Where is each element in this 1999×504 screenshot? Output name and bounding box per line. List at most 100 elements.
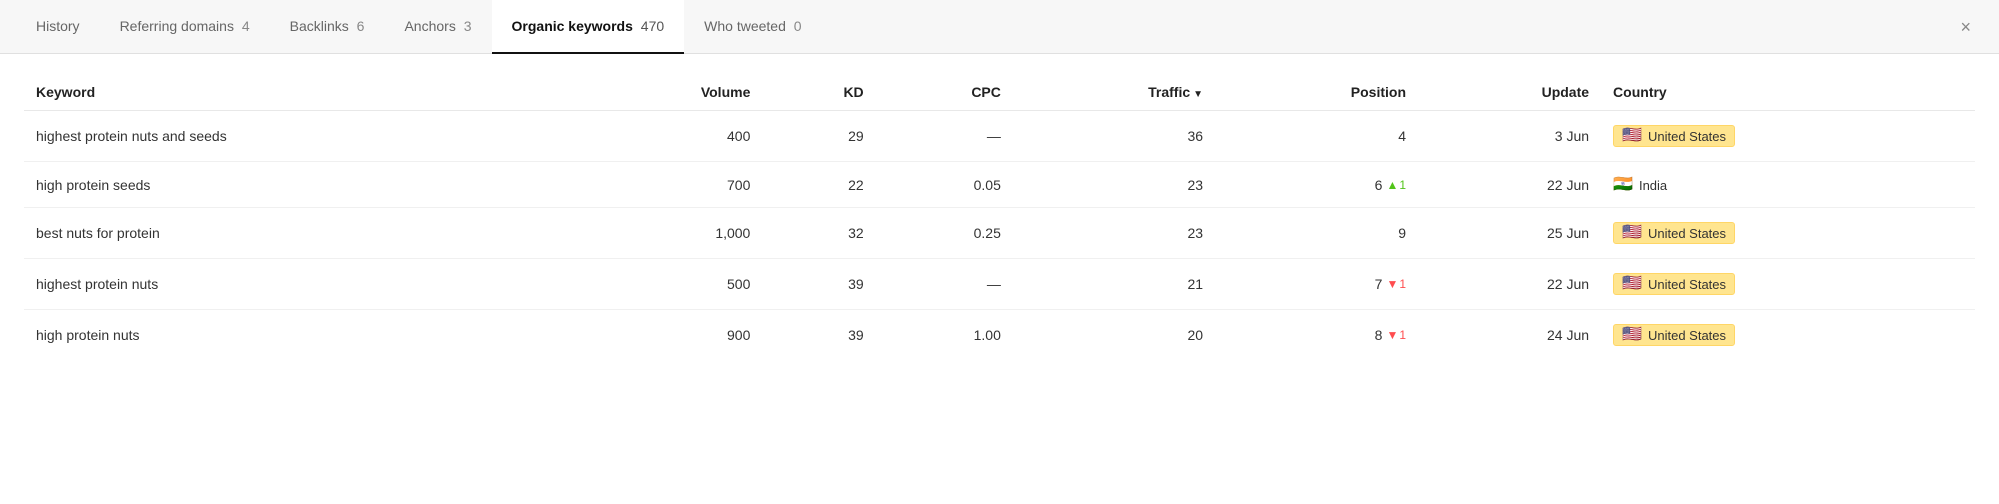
position-change-down: 1 <box>1386 328 1406 342</box>
cell-cpc: — <box>876 111 1013 162</box>
tabs-bar: HistoryReferring domains 4Backlinks 6Anc… <box>0 0 1999 54</box>
tab-label: Organic keywords <box>512 18 633 34</box>
tab-label: Backlinks <box>290 18 349 34</box>
cell-volume: 500 <box>574 259 762 310</box>
tab-backlinks[interactable]: Backlinks 6 <box>270 0 385 54</box>
col-header-country: Country <box>1601 74 1975 111</box>
tab-referring-domains[interactable]: Referring domains 4 <box>100 0 270 54</box>
cell-cpc: 0.05 <box>876 162 1013 208</box>
cell-kd: 32 <box>762 208 875 259</box>
col-header-volume: Volume <box>574 74 762 111</box>
country-badge: 🇺🇸 United States <box>1613 222 1735 244</box>
country-plain: 🇮🇳 India <box>1613 177 1667 193</box>
table-row: best nuts for protein1,000320.2523 9 25 Ju… <box>24 208 1975 259</box>
cell-kd: 39 <box>762 310 875 361</box>
tab-label: Who tweeted <box>704 18 786 34</box>
tab-count: 4 <box>238 18 250 34</box>
cell-keyword: high protein seeds <box>24 162 574 208</box>
country-badge: 🇺🇸 United States <box>1613 273 1735 295</box>
table-row: highest protein nuts50039—217122 Jun🇺🇸Un… <box>24 259 1975 310</box>
cell-country: 🇺🇸 United States <box>1601 259 1975 310</box>
tab-label: Anchors <box>404 18 455 34</box>
country-flag: 🇺🇸 <box>1622 327 1642 343</box>
cell-update: 3 Jun <box>1418 111 1601 162</box>
cell-kd: 22 <box>762 162 875 208</box>
position-change-up: 1 <box>1386 178 1406 192</box>
table-header: KeywordVolumeKDCPCTraffic▼PositionUpdate… <box>24 74 1975 111</box>
cell-volume: 900 <box>574 310 762 361</box>
country-name: United States <box>1648 129 1726 144</box>
cell-kd: 39 <box>762 259 875 310</box>
cell-position: 81 <box>1215 310 1418 361</box>
position-value: 4 <box>1398 128 1406 144</box>
table-row: high protein nuts900391.00208124 Jun🇺🇸Un… <box>24 310 1975 361</box>
keywords-table: KeywordVolumeKDCPCTraffic▼PositionUpdate… <box>24 74 1975 360</box>
country-badge: 🇺🇸 United States <box>1613 125 1735 147</box>
cell-kd: 29 <box>762 111 875 162</box>
cell-position: 61 <box>1215 162 1418 208</box>
cell-volume: 400 <box>574 111 762 162</box>
position-value: 9 <box>1398 225 1406 241</box>
tab-history[interactable]: History <box>16 0 100 54</box>
col-header-cpc: CPC <box>876 74 1013 111</box>
position-change-down: 1 <box>1386 277 1406 291</box>
cell-cpc: 1.00 <box>876 310 1013 361</box>
cell-traffic: 23 <box>1013 162 1215 208</box>
tab-count: 3 <box>460 18 472 34</box>
cell-volume: 700 <box>574 162 762 208</box>
cell-traffic: 36 <box>1013 111 1215 162</box>
table-container: KeywordVolumeKDCPCTraffic▼PositionUpdate… <box>0 54 1999 360</box>
country-name: India <box>1639 178 1667 193</box>
col-header-update: Update <box>1418 74 1601 111</box>
country-flag: 🇺🇸 <box>1622 225 1642 241</box>
cell-traffic: 23 <box>1013 208 1215 259</box>
country-flag: 🇺🇸 <box>1622 276 1642 292</box>
cell-position: 71 <box>1215 259 1418 310</box>
cell-position: 9 <box>1215 208 1418 259</box>
tab-count: 0 <box>790 18 802 34</box>
header-row: KeywordVolumeKDCPCTraffic▼PositionUpdate… <box>24 74 1975 111</box>
tab-organic-keywords[interactable]: Organic keywords 470 <box>492 0 685 54</box>
cell-country: 🇮🇳 India <box>1601 162 1975 208</box>
tab-label: History <box>36 18 80 34</box>
cell-volume: 1,000 <box>574 208 762 259</box>
sort-icon: ▼ <box>1193 89 1203 100</box>
col-header-position: Position <box>1215 74 1418 111</box>
col-header-kd: KD <box>762 74 875 111</box>
country-name: United States <box>1648 328 1726 343</box>
cell-country: 🇺🇸 United States <box>1601 111 1975 162</box>
cell-traffic: 20 <box>1013 310 1215 361</box>
cell-update: 22 Jun <box>1418 259 1601 310</box>
country-flag: 🇮🇳 <box>1613 177 1633 193</box>
cell-cpc: 0.25 <box>876 208 1013 259</box>
tab-count: 6 <box>353 18 365 34</box>
tab-who-tweeted[interactable]: Who tweeted 0 <box>684 0 821 54</box>
cell-update: 25 Jun <box>1418 208 1601 259</box>
position-value: 6 <box>1375 177 1383 193</box>
cell-position: 4 <box>1215 111 1418 162</box>
table-row: high protein seeds700220.05236122 Jun🇮🇳I… <box>24 162 1975 208</box>
country-name: United States <box>1648 226 1726 241</box>
tab-count: 470 <box>637 18 664 34</box>
cell-keyword: best nuts for protein <box>24 208 574 259</box>
cell-update: 24 Jun <box>1418 310 1601 361</box>
tab-label: Referring domains <box>120 18 234 34</box>
col-header-traffic[interactable]: Traffic▼ <box>1013 74 1215 111</box>
cell-keyword: highest protein nuts and seeds <box>24 111 574 162</box>
cell-country: 🇺🇸 United States <box>1601 310 1975 361</box>
cell-keyword: high protein nuts <box>24 310 574 361</box>
table-body: highest protein nuts and seeds40029—3643… <box>24 111 1975 361</box>
close-button[interactable]: × <box>1948 10 1983 44</box>
country-flag: 🇺🇸 <box>1622 128 1642 144</box>
position-value: 7 <box>1375 276 1383 292</box>
tab-anchors[interactable]: Anchors 3 <box>384 0 491 54</box>
col-header-keyword: Keyword <box>24 74 574 111</box>
country-name: United States <box>1648 277 1726 292</box>
cell-update: 22 Jun <box>1418 162 1601 208</box>
position-value: 8 <box>1375 327 1383 343</box>
cell-cpc: — <box>876 259 1013 310</box>
cell-country: 🇺🇸 United States <box>1601 208 1975 259</box>
country-badge: 🇺🇸 United States <box>1613 324 1735 346</box>
cell-traffic: 21 <box>1013 259 1215 310</box>
table-row: highest protein nuts and seeds40029—36 43… <box>24 111 1975 162</box>
